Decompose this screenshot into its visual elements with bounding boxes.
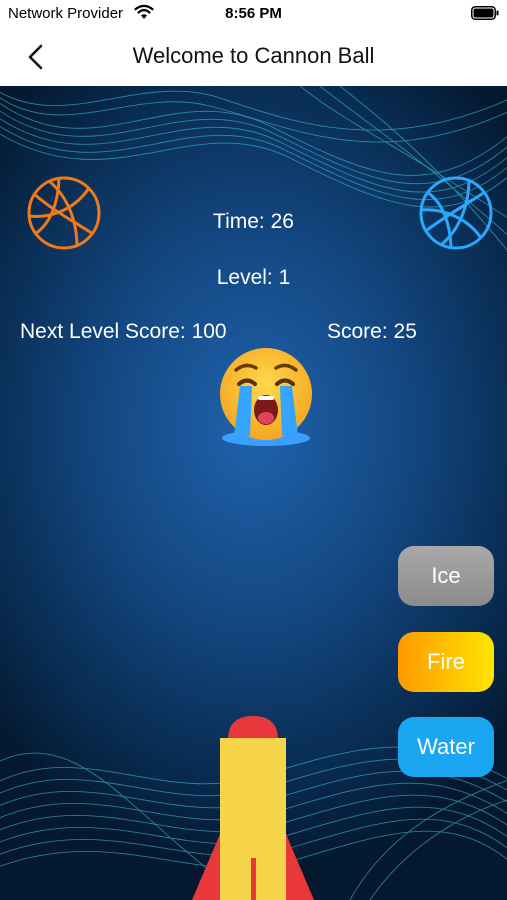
fire-button[interactable]: Fire [398,632,494,692]
game-area[interactable]: Time: 26 Level: 1 Next Level Score: 100 … [0,86,507,900]
next-level-score-label: Next Level Score: 100 [20,320,227,343]
rocket-cannon[interactable] [188,716,318,900]
time-label: Time: 26 [213,210,294,233]
status-bar: Network Provider 8:56 PM [0,0,507,28]
level-label: Level: 1 [216,266,291,289]
score-label: Score: 25 [327,320,417,343]
battery-icon [471,6,499,20]
status-time: 8:56 PM [225,5,282,22]
ice-button[interactable]: Ice [398,546,494,606]
navigation-bar: Welcome to Cannon Ball [0,28,507,86]
water-button[interactable]: Water [398,717,494,777]
crying-face-emoji [220,348,312,446]
page-title: Welcome to Cannon Ball [132,43,375,68]
